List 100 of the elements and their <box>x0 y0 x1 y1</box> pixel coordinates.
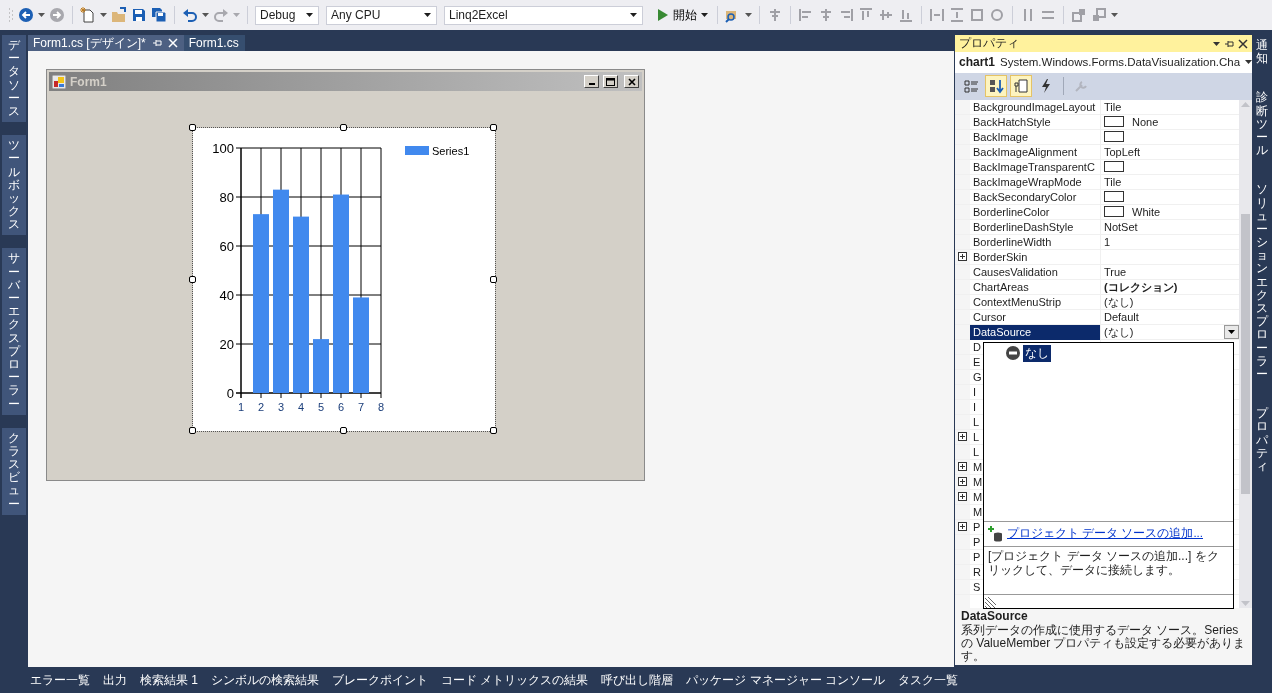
property-name[interactable]: BackImage <box>970 129 1100 144</box>
property-name[interactable]: BackImageAlignment <box>970 144 1100 159</box>
bottom-tab[interactable]: ブレークポイント <box>332 671 428 689</box>
pin-icon[interactable] <box>1224 38 1234 49</box>
expand-icon[interactable] <box>958 462 967 472</box>
property-value: TopLeft <box>1104 145 1141 158</box>
dropdown-item[interactable]: なし <box>1023 344 1051 362</box>
side-tab[interactable]: 通知 <box>1252 35 1272 70</box>
axis-label: 6 <box>337 401 345 413</box>
add-data-source-link[interactable]: プロジェクト データ ソースの追加... <box>1007 526 1203 542</box>
side-tab[interactable]: プロパティ <box>1252 403 1272 478</box>
pin-icon[interactable] <box>151 38 162 48</box>
selection-handle[interactable] <box>490 124 497 131</box>
caret-icon[interactable] <box>701 13 708 17</box>
property-name[interactable]: BorderlineColor <box>970 204 1100 219</box>
object-selector[interactable]: chart1 System.Windows.Forms.DataVisualization.Cha <box>955 52 1252 73</box>
property-name[interactable]: BorderlineWidth <box>970 234 1100 249</box>
caret-icon[interactable] <box>630 13 637 17</box>
property-name[interactable]: BackHatchStyle <box>970 114 1100 129</box>
selection-handle[interactable] <box>490 276 497 283</box>
close-icon[interactable] <box>1238 38 1248 49</box>
caret-icon[interactable] <box>306 13 313 17</box>
side-tab[interactable]: サーバーエクスプローラー <box>2 248 26 415</box>
property-name[interactable]: BackImageWrapMode <box>970 174 1100 189</box>
selection-handle[interactable] <box>189 427 196 434</box>
property-name[interactable]: BackgroundImageLayout <box>970 99 1100 114</box>
minimize-button[interactable] <box>584 75 599 88</box>
side-tab[interactable]: クラスビュー <box>2 427 26 515</box>
legend-label: Series1 <box>432 145 470 157</box>
grip-icon <box>8 7 14 23</box>
resize-grip-icon[interactable] <box>984 595 997 608</box>
dropdown-button[interactable] <box>1224 325 1239 340</box>
window-title: Form1 <box>70 74 108 89</box>
project-dropdown[interactable]: Linq2Excel <box>444 5 643 25</box>
axis-label: 3 <box>277 401 285 413</box>
scrollbar[interactable] <box>1239 99 1252 608</box>
axis-label: 2 <box>257 401 265 413</box>
scroll-thumb[interactable] <box>1241 213 1250 494</box>
property-value: Tile <box>1104 175 1122 188</box>
property-name[interactable]: BorderlineDashStyle <box>970 219 1100 234</box>
side-tab[interactable]: 診断ツール <box>1252 87 1272 162</box>
bottom-tab[interactable]: コード メトリックスの結果 <box>441 671 589 689</box>
configuration-dropdown[interactable]: Debug <box>255 5 319 25</box>
expand-icon[interactable] <box>958 432 967 442</box>
caret-icon[interactable] <box>38 13 45 17</box>
expand-icon[interactable] <box>958 477 967 487</box>
caret-icon[interactable] <box>424 13 431 17</box>
bottom-tab[interactable]: パッケージ マネージャー コンソール <box>686 671 886 689</box>
expand-icon[interactable] <box>958 492 967 502</box>
close-button[interactable] <box>624 75 639 88</box>
bar-chart[interactable]: 0 20 40 60 80 100 1 2 3 4 5 6 7 8 Series1 <box>193 128 495 431</box>
caret-icon[interactable] <box>1111 13 1118 17</box>
axis-label: 8 <box>377 401 385 413</box>
property-name[interactable]: BorderSkin <box>970 249 1100 264</box>
document-tab[interactable]: Form1.cs <box>183 35 245 51</box>
bar <box>313 339 329 393</box>
selection-handle[interactable] <box>490 427 497 434</box>
caret-icon[interactable] <box>100 13 107 17</box>
axis-label: 5 <box>317 401 325 413</box>
bottom-tab[interactable]: タスク一覧 <box>898 671 959 689</box>
property-name[interactable]: ContextMenuStrip <box>970 294 1100 310</box>
axis-label: 60 <box>219 239 234 254</box>
save-all-icon[interactable] <box>151 7 167 23</box>
help-text: [プロジェクト データ ソースの追加...] をクリックして、データに接続します。 <box>984 545 1233 594</box>
platform-dropdown[interactable]: Any CPU <box>326 5 437 25</box>
expand-icon[interactable] <box>958 252 967 262</box>
side-tab[interactable]: データソース <box>2 35 26 123</box>
bottom-tab[interactable]: 検索結果 1 <box>140 671 198 689</box>
toolbar-button[interactable] <box>985 75 1007 98</box>
none-icon <box>1006 346 1020 361</box>
bottom-tab[interactable]: エラー一覧 <box>30 671 90 689</box>
start-button[interactable]: 開始 <box>654 6 710 24</box>
property-name[interactable]: BackSecondaryColor <box>970 189 1100 204</box>
expand-icon[interactable] <box>958 522 967 532</box>
caret-icon[interactable] <box>202 13 209 17</box>
bottom-tab[interactable]: 呼び出し階層 <box>601 671 674 689</box>
form-icon <box>52 74 66 89</box>
bottom-tab[interactable]: 出力 <box>103 671 127 689</box>
property-name[interactable]: Cursor <box>970 309 1100 324</box>
selection-handle[interactable] <box>189 124 196 131</box>
new-item-icon[interactable] <box>80 7 96 23</box>
side-tab[interactable]: ツールボックス <box>2 135 26 236</box>
save-icon[interactable] <box>131 7 147 23</box>
bottom-tab[interactable]: シンボルの検索結果 <box>211 671 319 689</box>
dropdown-icon[interactable] <box>1213 41 1220 46</box>
property-name[interactable]: CausesValidation <box>970 264 1100 279</box>
side-tab[interactable]: ソリューションエクスプローラー <box>1252 179 1272 386</box>
toolbar-button[interactable] <box>1010 75 1032 98</box>
selection-handle[interactable] <box>340 124 347 131</box>
maximize-button[interactable] <box>603 75 618 88</box>
undo-icon[interactable] <box>182 7 198 23</box>
document-tab[interactable]: Form1.cs [デザイン]* <box>28 35 184 51</box>
property-name[interactable]: BackImageTransparentC <box>970 159 1100 174</box>
property-name[interactable]: ChartAreas <box>970 279 1100 295</box>
selection-handle[interactable] <box>189 276 196 283</box>
open-folder-icon[interactable] <box>111 7 127 23</box>
back-icon[interactable] <box>18 7 34 23</box>
selection-handle[interactable] <box>340 427 347 434</box>
axis-label: 7 <box>357 401 365 413</box>
caret-icon[interactable] <box>745 13 752 17</box>
